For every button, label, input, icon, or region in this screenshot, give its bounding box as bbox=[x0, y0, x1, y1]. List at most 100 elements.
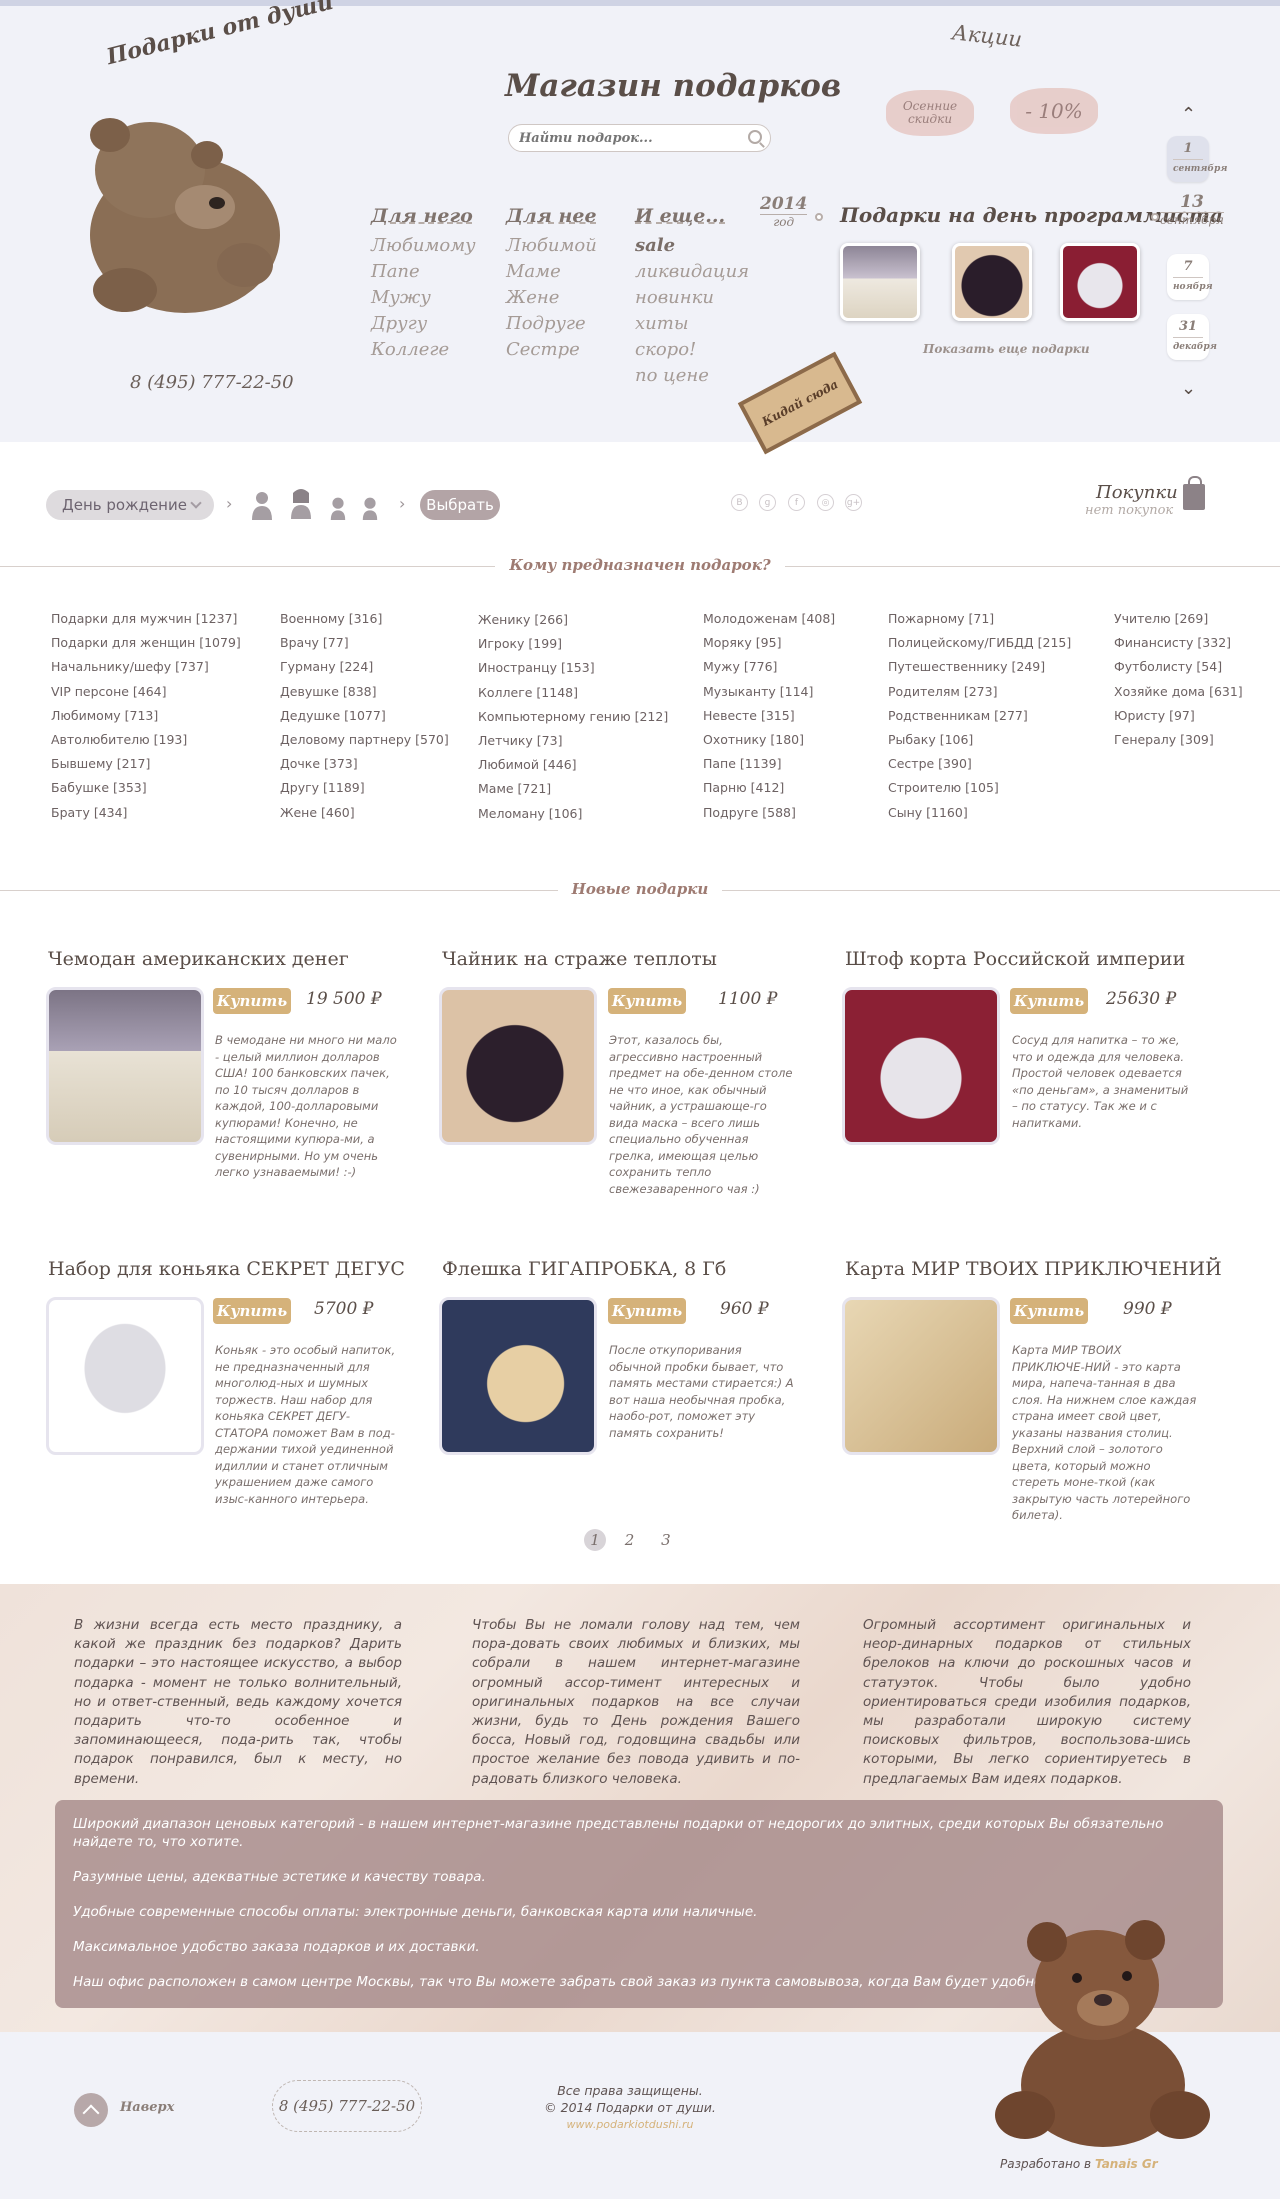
recipient-link[interactable]: Начальнику/шефу [737] bbox=[51, 655, 241, 679]
recipient-link[interactable]: Любимому [713] bbox=[51, 704, 241, 728]
odnoklassniki-icon[interactable]: g bbox=[759, 494, 776, 511]
recipient-link[interactable]: Футболисту [54] bbox=[1114, 655, 1243, 679]
page-link-active[interactable]: 1 bbox=[584, 1529, 606, 1551]
recipient-link[interactable]: Женику [266] bbox=[478, 608, 668, 632]
recipient-link[interactable]: Бывшему [217] bbox=[51, 752, 241, 776]
promo-badge-autumn-sale[interactable]: Осенние скидки bbox=[886, 90, 974, 136]
date-pill[interactable]: 31 декабря bbox=[1167, 314, 1217, 360]
menu-item[interactable]: Мужу bbox=[371, 285, 476, 311]
recipient-link[interactable]: Рыбаку [106] bbox=[888, 728, 1071, 752]
menu-item[interactable]: скоро! bbox=[635, 337, 749, 363]
recipient-link[interactable]: Генералу [309] bbox=[1114, 728, 1243, 752]
vk-icon[interactable]: В bbox=[731, 494, 748, 511]
recipient-link[interactable]: Сыну [1160] bbox=[888, 801, 1071, 825]
product-title[interactable]: Штоф корта Российской империи bbox=[845, 948, 1185, 970]
recipient-link[interactable]: Невесте [315] bbox=[703, 704, 835, 728]
buy-button[interactable]: Купить bbox=[213, 1298, 291, 1324]
search-input[interactable] bbox=[509, 125, 729, 151]
recipient-link[interactable]: Иностранцу [153] bbox=[478, 656, 668, 680]
recipient-link[interactable]: Молодоженам [408] bbox=[703, 607, 835, 631]
product-image-cognac-set[interactable] bbox=[46, 1297, 204, 1455]
google-plus-icon[interactable]: g+ bbox=[845, 494, 862, 511]
recipient-link[interactable]: Врачу [77] bbox=[280, 631, 449, 655]
menu-item[interactable]: Подруге bbox=[506, 311, 597, 337]
product-title[interactable]: Набор для коньяка СЕКРЕТ ДЕГУС bbox=[48, 1258, 405, 1280]
menu-head-for-her[interactable]: Для нее bbox=[506, 203, 597, 229]
recipient-link[interactable]: Дочке [373] bbox=[280, 752, 449, 776]
buy-button[interactable]: Купить bbox=[1010, 988, 1088, 1014]
scroll-up-icon[interactable] bbox=[74, 2093, 108, 2127]
page-link[interactable]: 2 bbox=[625, 1531, 635, 1549]
search-icon[interactable] bbox=[748, 130, 762, 144]
recipient-link[interactable]: Подруге [588] bbox=[703, 801, 835, 825]
recipient-link[interactable]: Родителям [273] bbox=[888, 680, 1071, 704]
recipient-link[interactable]: Учителю [269] bbox=[1114, 607, 1243, 631]
recipient-link[interactable]: Строителю [105] bbox=[888, 776, 1071, 800]
product-title[interactable]: Флешка ГИГАПРОБКА, 8 Гб bbox=[442, 1258, 726, 1280]
recipient-link[interactable]: Парню [412] bbox=[703, 776, 835, 800]
product-image-teapot[interactable] bbox=[439, 987, 597, 1145]
show-more-gifts-link[interactable]: Показать еще подарки bbox=[923, 342, 1090, 356]
recipient-link[interactable]: Финансисту [332] bbox=[1114, 631, 1243, 655]
scroll-up-link[interactable]: Наверх bbox=[120, 2100, 174, 2115]
product-image-cork-flash-drive[interactable] bbox=[439, 1297, 597, 1455]
product-image-money-suitcase[interactable] bbox=[46, 987, 204, 1145]
product-title[interactable]: Чемодан американских денег bbox=[48, 948, 349, 970]
date-pill[interactable]: 7 ноября bbox=[1167, 254, 1213, 300]
recipient-link[interactable]: Хозяйке дома [631] bbox=[1114, 680, 1243, 704]
promo-badge-discount[interactable]: - 10% bbox=[1010, 88, 1098, 134]
instagram-icon[interactable]: ◎ bbox=[817, 494, 834, 511]
shopping-bag-icon[interactable] bbox=[1183, 476, 1205, 510]
recipient-link[interactable]: Коллеге [1148] bbox=[478, 681, 668, 705]
menu-head-more[interactable]: И еще... bbox=[635, 203, 749, 229]
recipient-link[interactable]: Папе [1139] bbox=[703, 752, 835, 776]
menu-item[interactable]: Любимому bbox=[371, 233, 476, 259]
recipient-link[interactable]: VIP персоне [464] bbox=[51, 680, 241, 704]
buy-button[interactable]: Купить bbox=[213, 988, 291, 1014]
menu-item[interactable]: Жене bbox=[506, 285, 597, 311]
chevron-up-icon[interactable]: ⌃ bbox=[1181, 104, 1196, 125]
recipient-link[interactable]: Компьютерному гению [212] bbox=[478, 705, 668, 729]
facebook-icon[interactable]: f bbox=[788, 494, 805, 511]
recipient-link[interactable]: Военному [316] bbox=[280, 607, 449, 631]
recipient-link[interactable]: Маме [721] bbox=[478, 777, 668, 801]
man-icon[interactable] bbox=[250, 490, 274, 520]
recipient-link[interactable]: Автолюбителю [193] bbox=[51, 728, 241, 752]
recipient-link[interactable]: Меломану [106] bbox=[478, 802, 668, 826]
recipient-link[interactable]: Полицейскому/ГИБДД [215] bbox=[888, 631, 1071, 655]
product-image-scratch-map[interactable] bbox=[842, 1297, 1000, 1455]
chevron-down-icon[interactable]: ⌄ bbox=[1181, 378, 1196, 399]
recipient-link[interactable]: Подарки для женщин [1079] bbox=[51, 631, 241, 655]
page-link[interactable]: 3 bbox=[661, 1531, 671, 1549]
recipient-link[interactable]: Мужу [776] bbox=[703, 655, 835, 679]
menu-item[interactable]: Другу bbox=[371, 311, 476, 337]
recipient-link[interactable]: Деловому партнеру [570] bbox=[280, 728, 449, 752]
buy-button[interactable]: Купить bbox=[608, 1298, 686, 1324]
menu-item[interactable]: Коллеге bbox=[371, 337, 476, 363]
date-pill[interactable]: 1 сентября bbox=[1167, 136, 1227, 182]
recipient-link[interactable]: Родственникам [277] bbox=[888, 704, 1071, 728]
product-title[interactable]: Карта МИР ТВОИХ ПРИКЛЮЧЕНИЙ bbox=[845, 1258, 1222, 1280]
recipient-link[interactable]: Юристу [97] bbox=[1114, 704, 1243, 728]
recipient-link[interactable]: Девушке [838] bbox=[280, 680, 449, 704]
menu-item[interactable]: Любимой bbox=[506, 233, 597, 259]
menu-item[interactable]: новинки bbox=[635, 285, 749, 311]
recipient-link[interactable]: Любимой [446] bbox=[478, 753, 668, 777]
recipient-link[interactable]: Охотнику [180] bbox=[703, 728, 835, 752]
gift-thumbnail[interactable] bbox=[840, 243, 920, 321]
teddy-bear-logo-image[interactable] bbox=[55, 95, 305, 325]
recipient-link[interactable]: Дедушке [1077] bbox=[280, 704, 449, 728]
recipient-link[interactable]: Музыканту [114] bbox=[703, 680, 835, 704]
footer-phone[interactable]: 8 (495) 777-22-50 bbox=[272, 2080, 422, 2132]
site-link[interactable]: www.podarkiotdushi.ru bbox=[500, 2116, 760, 2133]
girl-icon[interactable] bbox=[360, 496, 380, 520]
menu-item[interactable]: по цене bbox=[635, 363, 749, 389]
menu-head-for-him[interactable]: Для него bbox=[371, 203, 476, 229]
product-title[interactable]: Чайник на страже теплоты bbox=[442, 948, 717, 970]
woman-icon[interactable] bbox=[289, 489, 313, 519]
recipient-link[interactable]: Путешественнику [249] bbox=[888, 655, 1071, 679]
choose-button[interactable]: Выбрать bbox=[420, 490, 500, 520]
recipient-link[interactable]: Брату [434] bbox=[51, 801, 241, 825]
recipient-link[interactable]: Летчику [73] bbox=[478, 729, 668, 753]
recipient-link[interactable]: Сестре [390] bbox=[888, 752, 1071, 776]
